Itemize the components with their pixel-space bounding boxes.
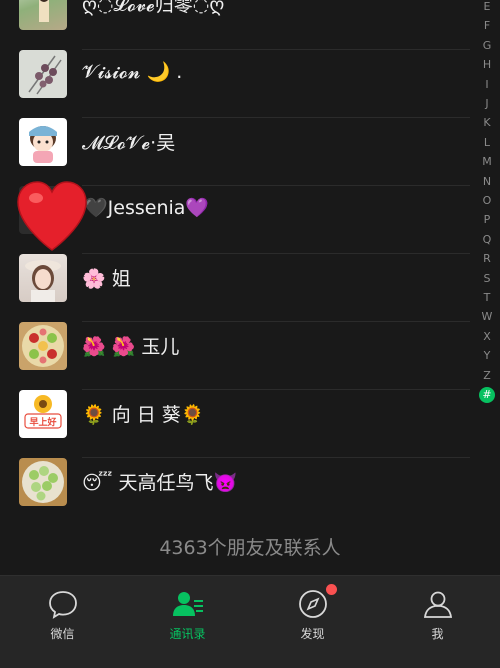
- contact-count: 4363个朋友及联系人: [159, 537, 341, 559]
- index-letter-hash[interactable]: #: [479, 387, 495, 403]
- index-letter-i[interactable]: I: [480, 78, 494, 91]
- tab-label: 通讯录: [169, 627, 206, 641]
- profile-icon: [423, 591, 452, 618]
- avatar[interactable]: [19, 254, 67, 302]
- index-letter-y[interactable]: Y: [480, 349, 494, 362]
- contacts-icon: [172, 592, 203, 616]
- contact-name: 🖤Jessenia💜: [84, 197, 210, 219]
- contact-name: 😴 天高任鸟飞👿: [82, 472, 238, 494]
- contact-row[interactable]: ღ◌︎𝓛𝓸𝓿𝓮归零◌︎ღ: [0, 0, 470, 50]
- index-letter-m[interactable]: M: [480, 155, 494, 168]
- index-letter-w[interactable]: W: [480, 310, 494, 323]
- notification-badge: [326, 584, 337, 595]
- contact-name: ღ◌︎𝓛𝓸𝓿𝓮归零◌︎ღ: [82, 0, 225, 16]
- tab-discover[interactable]: 发现: [250, 576, 375, 668]
- index-letter-l[interactable]: L: [480, 136, 494, 149]
- chat-bubble-icon: [48, 591, 77, 619]
- index-letter-r[interactable]: R: [480, 252, 494, 265]
- index-letter-h[interactable]: H: [480, 58, 494, 71]
- tab-label: 我: [431, 627, 444, 641]
- index-letter-s[interactable]: S: [480, 272, 494, 285]
- tab-label: 微信: [50, 627, 75, 641]
- avatar[interactable]: [19, 458, 67, 506]
- index-letter-n[interactable]: N: [480, 175, 494, 188]
- index-letter-j[interactable]: J: [480, 97, 494, 110]
- contact-row[interactable]: 𝓜𝓛𝓸𝓥𝓮·吴: [0, 118, 470, 186]
- index-letter-f[interactable]: F: [480, 19, 494, 32]
- index-letter-z[interactable]: Z: [480, 369, 494, 382]
- bottom-tab-bar: 微信 通讯录 发现 我: [0, 575, 500, 668]
- index-letter-e[interactable]: E: [480, 0, 494, 13]
- index-letter-o[interactable]: O: [480, 194, 494, 207]
- contact-name: 𝓜𝓛𝓸𝓥𝓮·吴: [82, 132, 176, 154]
- avatar[interactable]: [19, 0, 67, 30]
- index-letter-g[interactable]: G: [480, 39, 494, 52]
- contact-row[interactable]: 𝓥𝓲𝓼𝓲𝓸𝓷 🌙 .: [0, 50, 470, 118]
- tab-me[interactable]: 我: [375, 576, 500, 668]
- alphabet-index[interactable]: E F G H I J K L M N O P Q R S T W X Y Z #: [476, 0, 500, 410]
- contact-list: ღ◌︎𝓛𝓸𝓿𝓮归零◌︎ღ 𝓥𝓲𝓼𝓲𝓸𝓷 🌙 . 𝓜𝓛𝓸𝓥𝓮·吴 🖤Jesseni…: [0, 0, 500, 575]
- index-letter-p[interactable]: P: [480, 213, 494, 226]
- contact-row[interactable]: 🌸 姐: [0, 254, 470, 322]
- contact-row[interactable]: 🌺 🌺 玉儿: [0, 322, 470, 390]
- contact-row[interactable]: 早上好 🌻 向 日 葵🌻: [0, 390, 470, 458]
- compass-icon: [298, 590, 327, 618]
- avatar[interactable]: 早上好: [19, 390, 67, 438]
- avatar[interactable]: [19, 118, 67, 166]
- heart-icon: [17, 181, 87, 251]
- avatar[interactable]: [19, 322, 67, 370]
- contact-name: 🌻 向 日 葵🌻: [82, 404, 205, 426]
- index-letter-q[interactable]: Q: [480, 233, 494, 246]
- index-letter-k[interactable]: K: [480, 116, 494, 129]
- avatar[interactable]: [19, 50, 67, 98]
- index-letter-x[interactable]: X: [480, 330, 494, 343]
- contact-name: 🌸 姐: [82, 268, 131, 290]
- contact-name: 𝓥𝓲𝓼𝓲𝓸𝓷 🌙 .: [82, 61, 183, 83]
- contact-name: 🌺 🌺 玉儿: [82, 336, 180, 358]
- index-letter-t[interactable]: T: [480, 291, 494, 304]
- contact-row[interactable]: 😴 天高任鸟飞👿: [0, 458, 470, 526]
- tab-chats[interactable]: 微信: [0, 576, 125, 668]
- tab-label: 发现: [300, 627, 325, 641]
- tab-contacts[interactable]: 通讯录: [125, 576, 250, 668]
- sunflower-greeting-text: 早上好: [29, 418, 57, 428]
